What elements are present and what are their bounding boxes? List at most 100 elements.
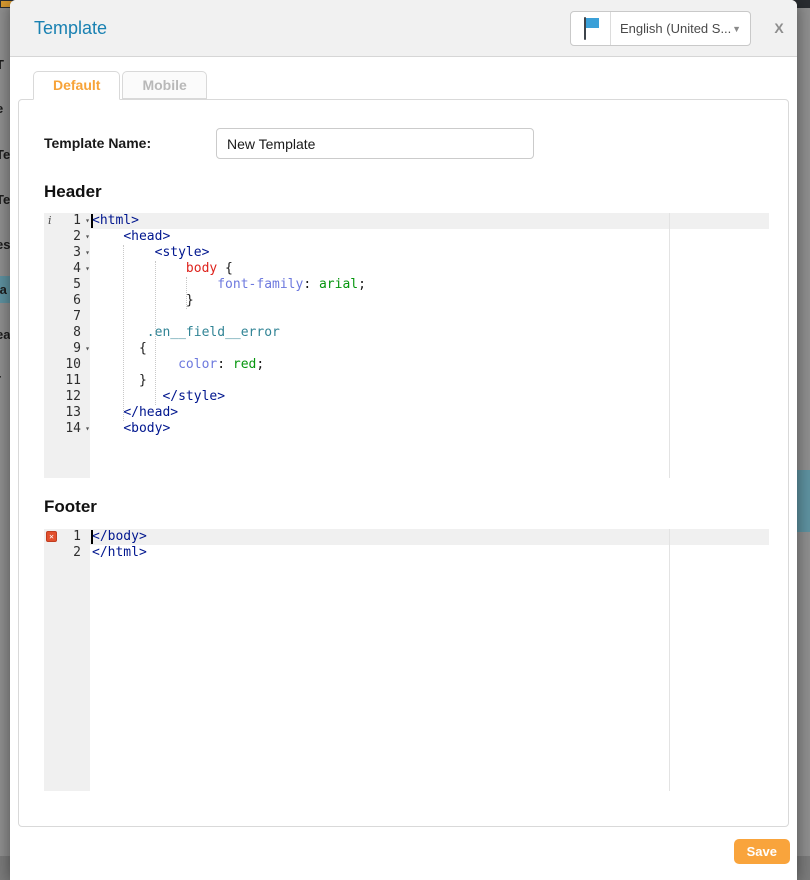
code-line[interactable]: <head> — [90, 229, 769, 245]
background-text-fragment: ea — [0, 327, 10, 342]
code-token: <body> — [123, 421, 170, 436]
template-name-input[interactable] — [216, 128, 534, 159]
flag-icon — [571, 12, 611, 45]
line-number: 4 — [73, 261, 81, 277]
code-token: color — [178, 357, 217, 372]
text-cursor — [91, 530, 93, 544]
code-token: </style> — [162, 389, 225, 404]
line-number: 6 — [73, 293, 81, 309]
code-token: <html> — [92, 213, 139, 228]
background-text-fragment: r — [0, 371, 1, 386]
gutter-cell: 7 — [44, 309, 90, 325]
gutter-cell: i1▾ — [44, 213, 90, 229]
indent-guide — [155, 261, 156, 405]
code-token: </html> — [92, 545, 147, 560]
info-marker-icon: i — [48, 213, 52, 229]
line-number: 12 — [65, 389, 81, 405]
gutter-cell: ✕1 — [44, 529, 90, 545]
print-margin-line — [669, 213, 670, 478]
code-token: { — [92, 341, 147, 356]
code-line[interactable]: <html> — [90, 213, 769, 229]
text-cursor — [91, 214, 93, 228]
background-right-strip — [797, 8, 810, 880]
language-dropdown[interactable]: English (United S... ▼ — [570, 11, 751, 46]
code-line[interactable]: { — [90, 341, 769, 357]
modal-title: Template — [34, 18, 107, 39]
modal-header: Template English (United S... ▼ X — [10, 0, 797, 57]
header-section-heading: Header — [44, 182, 102, 202]
template-modal: Template English (United S... ▼ X Defaul… — [10, 0, 797, 880]
code-token — [92, 405, 123, 420]
gutter-cell: 13 — [44, 405, 90, 421]
editor-gutter: i1▾2▾3▾4▾56789▾1011121314▾ — [44, 213, 90, 478]
error-marker-icon: ✕ — [46, 531, 57, 542]
tab-panel-card: Template Name: Header i1▾2▾3▾4▾56789▾101… — [18, 99, 789, 827]
gutter-cell: 12 — [44, 389, 90, 405]
line-number: 7 — [73, 309, 81, 325]
line-number: 3 — [73, 245, 81, 261]
code-token: : — [303, 277, 319, 292]
gutter-cell: 4▾ — [44, 261, 90, 277]
tab-default[interactable]: Default — [33, 71, 120, 100]
editor-code-area[interactable]: <html> <head> <style> body { font-family… — [90, 213, 769, 478]
language-selected-value: English (United S... — [611, 21, 732, 36]
code-line[interactable]: font-family: arial; — [90, 277, 769, 293]
code-line[interactable]: } — [90, 373, 769, 389]
background-text-fragment: T — [0, 57, 4, 72]
code-token: font-family — [217, 277, 303, 292]
background-text-fragment: es — [0, 237, 10, 252]
gutter-cell: 14▾ — [44, 421, 90, 437]
chevron-down-icon: ▼ — [732, 24, 741, 34]
line-number: 2 — [73, 229, 81, 245]
indent-guide — [186, 277, 187, 309]
code-line[interactable]: </html> — [90, 545, 769, 561]
code-token — [92, 421, 123, 436]
code-line[interactable]: <body> — [90, 421, 769, 437]
code-line[interactable]: color: red; — [90, 357, 769, 373]
gutter-cell: 3▾ — [44, 245, 90, 261]
code-token: </body> — [92, 529, 147, 544]
code-token: <style> — [155, 245, 210, 260]
code-line[interactable]: </style> — [90, 389, 769, 405]
code-token: } — [92, 373, 147, 388]
save-button[interactable]: Save — [734, 839, 790, 864]
code-line[interactable]: .en__field__error — [90, 325, 769, 341]
fold-arrow-icon: ▾ — [81, 245, 90, 261]
footer-section-heading: Footer — [44, 497, 97, 517]
editor-code-area[interactable]: </body></html> — [90, 529, 769, 791]
code-line[interactable]: body { — [90, 261, 769, 277]
fold-arrow-icon: ▾ — [81, 213, 90, 229]
code-line[interactable] — [90, 309, 769, 325]
code-line[interactable]: </head> — [90, 405, 769, 421]
fold-arrow-icon: ▾ — [81, 341, 90, 357]
code-token — [92, 325, 147, 340]
header-code-editor[interactable]: i1▾2▾3▾4▾56789▾1011121314▾<html> <head> … — [44, 213, 769, 478]
line-number: 8 — [73, 325, 81, 341]
template-name-label: Template Name: — [44, 135, 151, 151]
footer-code-editor[interactable]: ✕12</body></html> — [44, 529, 769, 791]
fold-arrow-icon: ▾ — [81, 261, 90, 277]
close-button[interactable]: X — [770, 20, 788, 36]
fold-arrow-icon: ▾ — [81, 421, 90, 437]
code-line[interactable]: <style> — [90, 245, 769, 261]
flag-rect — [586, 18, 599, 28]
line-number: 1 — [73, 529, 81, 545]
code-token: ; — [256, 357, 264, 372]
code-token: arial — [319, 277, 358, 292]
code-token: </head> — [123, 405, 178, 420]
tab-mobile[interactable]: Mobile — [122, 71, 206, 99]
code-line[interactable]: } — [90, 293, 769, 309]
background-bottom-band — [0, 856, 10, 880]
code-token — [92, 357, 178, 372]
gutter-cell: 5 — [44, 277, 90, 293]
editor-gutter: ✕12 — [44, 529, 90, 791]
code-token: { — [217, 261, 233, 276]
indent-guide — [123, 245, 124, 421]
code-token: .en__field__error — [147, 325, 280, 340]
tab-bar: Default Mobile — [33, 71, 209, 100]
code-line[interactable]: </body> — [90, 529, 769, 545]
background-text-fragment: Te — [0, 147, 10, 162]
line-number: 13 — [65, 405, 81, 421]
code-token — [92, 389, 162, 404]
code-token: <head> — [123, 229, 170, 244]
